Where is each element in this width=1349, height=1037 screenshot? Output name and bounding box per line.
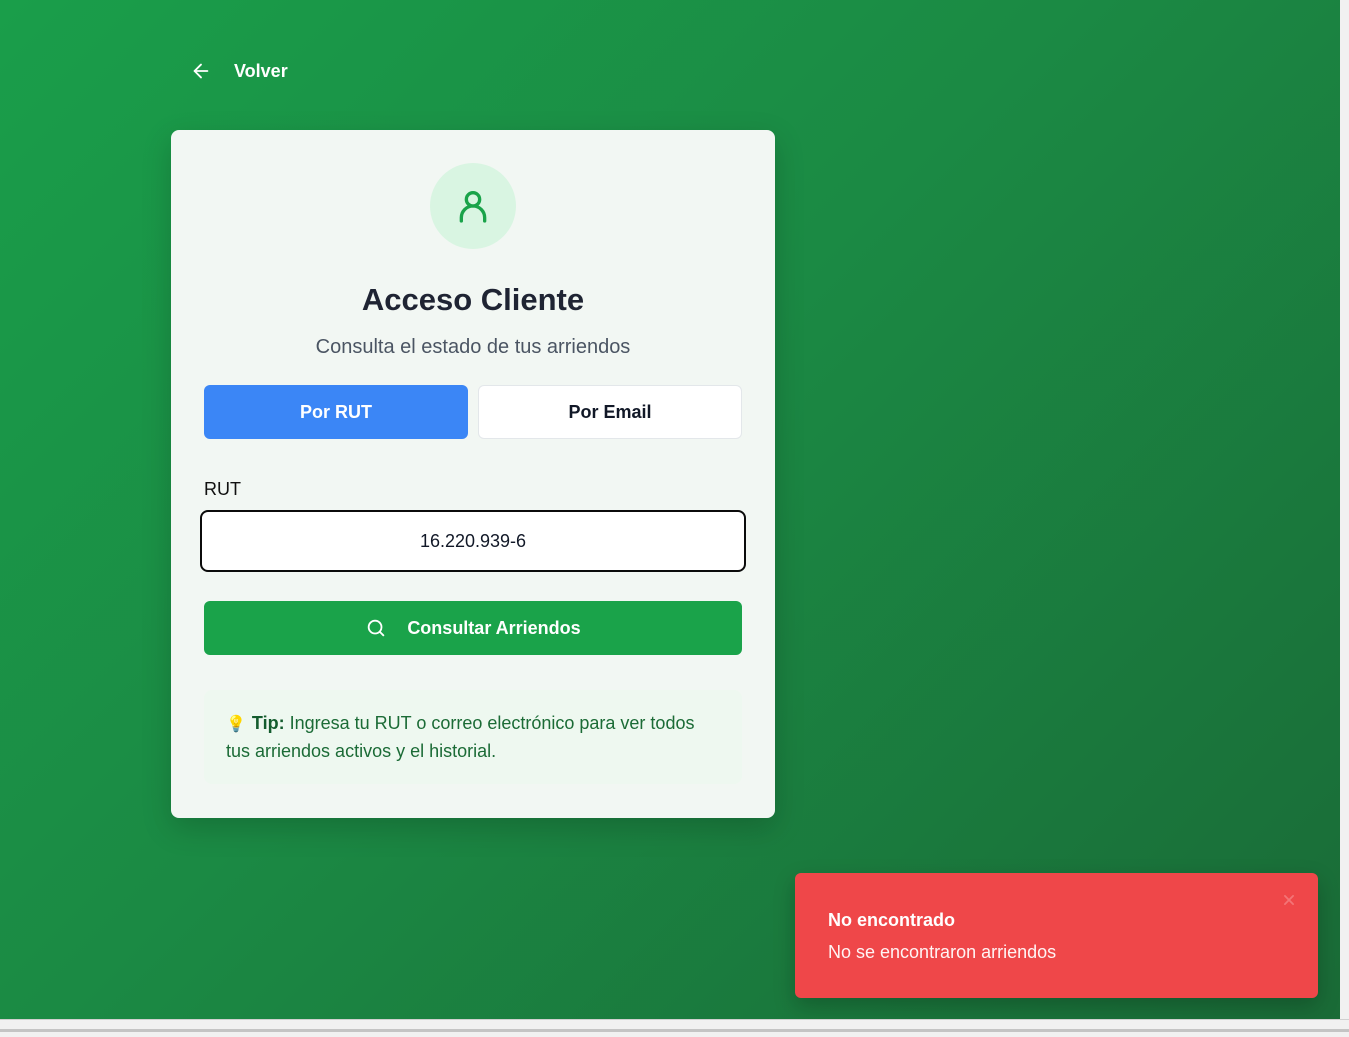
close-icon[interactable] <box>1282 893 1296 907</box>
rut-field-label: RUT <box>204 479 241 499</box>
page-subtitle: Consulta el estado de tus arriendos <box>315 336 631 358</box>
back-link[interactable]: Volver <box>190 56 288 86</box>
horizontal-scrollbar-track[interactable] <box>0 1029 1349 1032</box>
user-icon <box>459 191 487 223</box>
error-toast: No encontrado No se encontraron arriendo… <box>795 873 1318 998</box>
horizontal-scrollbar[interactable] <box>0 1019 1349 1037</box>
lightbulb-icon: 💡 <box>226 716 246 733</box>
consultar-arriendos-button[interactable]: Consultar Arriendos <box>204 601 742 655</box>
page-background: Volver Acceso Cliente Consulta el estado… <box>0 0 1340 1019</box>
arrow-left-icon <box>193 63 209 79</box>
rut-input[interactable] <box>200 510 746 572</box>
vertical-scrollbar[interactable] <box>1340 0 1349 1019</box>
toast-message: No se encontraron arriendos <box>828 942 1057 962</box>
submit-label: Consultar Arriendos <box>407 617 581 638</box>
avatar <box>430 163 516 249</box>
tab-por-rut[interactable]: Por RUT <box>204 385 468 439</box>
tip-label: Tip: <box>251 713 285 733</box>
tip-text: Ingresa tu RUT o correo electrónico para… <box>226 713 695 761</box>
back-link-label: Volver <box>234 60 288 81</box>
page-title: Acceso Cliente <box>361 282 585 317</box>
tab-por-email[interactable]: Por Email <box>478 385 742 439</box>
tip-box: 💡 Tip: Ingresa tu RUT o correo electrónic… <box>204 690 742 784</box>
search-icon <box>368 619 385 637</box>
login-card: Acceso Cliente Consulta el estado de tus… <box>171 130 775 818</box>
toast-title: No encontrado <box>828 910 956 930</box>
